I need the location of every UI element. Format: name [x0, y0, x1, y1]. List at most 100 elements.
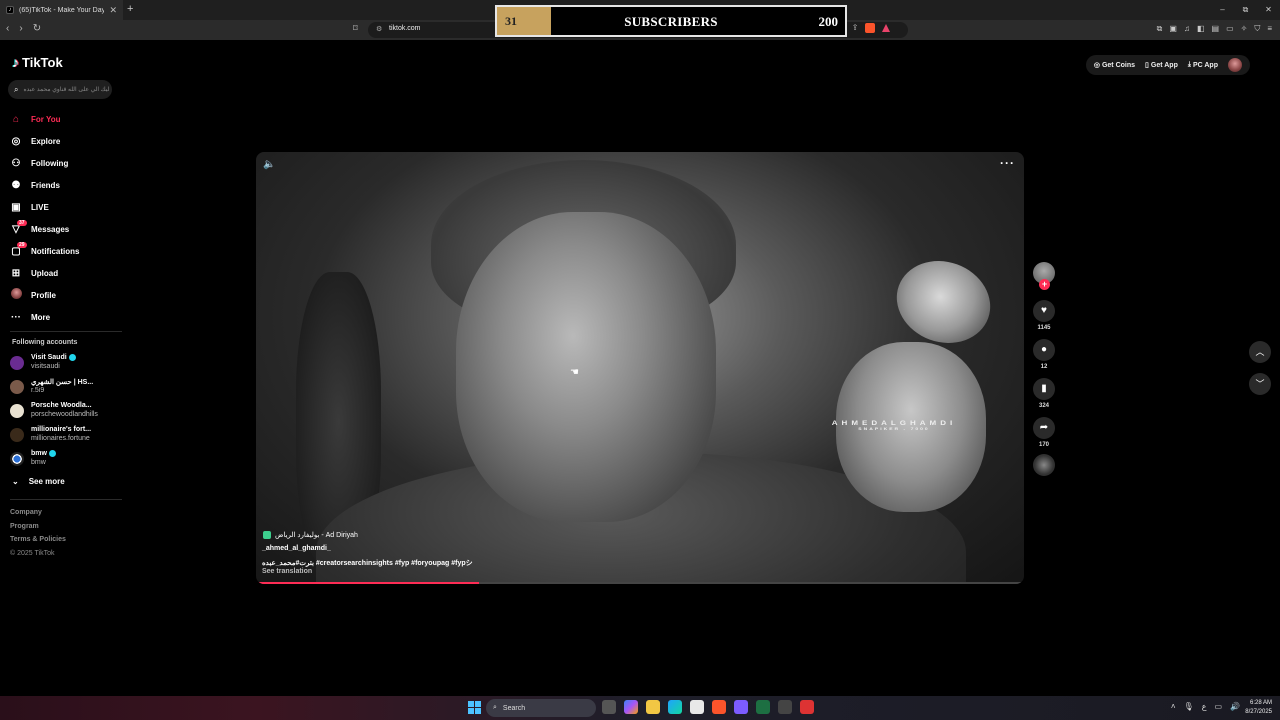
sidebar-item-label: Messages	[31, 224, 70, 234]
sidebar-item-following[interactable]: ⚇ Following	[10, 152, 120, 174]
reload-icon[interactable]: ↻	[33, 23, 41, 34]
header-actions: ◎ Get Coins ▯ Get App ⤓ PC App	[1085, 55, 1250, 75]
sidebar-item-label: Upload	[31, 268, 59, 278]
discord-icon[interactable]	[734, 700, 748, 714]
sidebar-menu: ⌂ For You ◎ Explore ⚇ Following ⚉ Friend…	[10, 108, 120, 328]
chevron-up-icon: ︿	[1255, 347, 1265, 357]
screenshot-icon[interactable]: ▣	[1169, 24, 1177, 34]
system-tray: ˄ 🎙 ع ▭ 🔊	[1171, 702, 1240, 711]
verified-icon	[48, 450, 56, 457]
sidebar-icon[interactable]: ◧	[1197, 24, 1205, 34]
browser-tab[interactable]: ♪ (65)TikTok - Make Your Day ✕	[0, 0, 123, 20]
task-view-icon[interactable]	[602, 700, 616, 714]
copilot-icon[interactable]	[624, 700, 638, 714]
taskbar-search[interactable]: ⌕ Search	[486, 699, 596, 717]
tiktok-logo[interactable]: ♪ TikTok	[12, 54, 63, 70]
brave-rewards-icon[interactable]	[882, 24, 891, 32]
taskbar-clock[interactable]: 6:28 AM 8/27/2025	[1245, 699, 1272, 717]
url-text[interactable]: tiktok.com	[389, 25, 421, 32]
follow-plus-icon[interactable]: +	[1039, 279, 1050, 290]
leo-icon[interactable]: ✧	[1241, 24, 1248, 34]
music-disc-icon[interactable]	[1033, 454, 1055, 476]
menu-icon[interactable]: ≡	[1267, 24, 1272, 34]
comment-icon: ●	[1040, 344, 1048, 355]
obs-icon[interactable]	[800, 700, 814, 714]
wallet-icon[interactable]: ▭	[1226, 24, 1234, 34]
sidebar-item-live[interactable]: ▣ LIVE	[10, 196, 120, 218]
taskbar-apps	[602, 700, 814, 714]
like-button[interactable]: ♥	[1033, 300, 1055, 322]
restore-button[interactable]: ⧉	[1234, 0, 1257, 20]
sidebar-item-upload[interactable]: ⊞ Upload	[10, 262, 120, 284]
pc-app-button[interactable]: ⤓ PC App	[1188, 61, 1218, 69]
footer-link-company[interactable]: Company	[10, 509, 66, 523]
music-icon[interactable]: ♫	[1184, 24, 1190, 34]
minimize-button[interactable]: –	[1211, 0, 1234, 20]
following-account[interactable]: bmw bmw	[10, 448, 125, 470]
language-indicator[interactable]: ع	[1202, 702, 1207, 711]
edge-icon[interactable]	[668, 700, 682, 714]
taskbar-search-label: Search	[502, 704, 526, 712]
microphone-icon[interactable]: 🎙	[1184, 702, 1194, 711]
extension-icon[interactable]: ⧉	[1157, 24, 1163, 34]
file-explorer-icon[interactable]	[646, 700, 660, 714]
footer-link-terms[interactable]: Terms & Policies	[10, 536, 66, 550]
close-window-button[interactable]: ✕	[1257, 0, 1280, 20]
back-icon[interactable]: ‹	[6, 23, 9, 34]
save-button[interactable]: ▮	[1033, 378, 1055, 400]
subscriber-goal: 200	[818, 14, 839, 29]
sidebar-item-explore[interactable]: ◎ Explore	[10, 130, 120, 152]
new-tab-button[interactable]: +	[127, 3, 133, 15]
store-icon[interactable]	[690, 700, 704, 714]
network-icon[interactable]: ▭	[1214, 702, 1222, 711]
following-account[interactable]: millionaire's fort... millionaires.fortu…	[10, 424, 125, 446]
vpn-icon[interactable]: ⛉	[1254, 24, 1260, 34]
profile-avatar[interactable]	[1228, 58, 1242, 72]
video-more-icon[interactable]: ···	[1000, 156, 1015, 170]
sidebar-item-for-you[interactable]: ⌂ For You	[10, 108, 120, 130]
account-name: Visit Saudi	[31, 354, 67, 361]
share-count: 170	[1038, 442, 1049, 448]
get-app-button[interactable]: ▯ Get App	[1145, 61, 1178, 70]
chevron-up-icon[interactable]: ˄	[1171, 702, 1176, 711]
volume-icon[interactable]: 🔈	[263, 159, 275, 170]
search-input[interactable]: ليك الي على الله قناوي محمد عبده	[23, 86, 109, 93]
site-info-icon[interactable]: ⚙	[376, 25, 382, 33]
live-icon: ▣	[11, 201, 21, 213]
chevron-down-icon: ⌄	[12, 477, 19, 486]
previous-video-button[interactable]: ︿	[1249, 341, 1271, 363]
brave-shields-icon[interactable]	[865, 23, 876, 33]
reader-icon[interactable]: ▤	[1212, 24, 1220, 34]
comment-button[interactable]: ●	[1033, 339, 1055, 361]
volume-icon[interactable]: 🔊	[1230, 702, 1240, 711]
get-coins-button[interactable]: ◎ Get Coins	[1094, 61, 1136, 70]
sidebar-item-notifications[interactable]: ▢ 29 Notifications	[10, 240, 120, 262]
sidebar-item-messages[interactable]: ▽ 37 Messages	[10, 218, 120, 240]
next-video-button[interactable]: ﹀	[1249, 373, 1271, 395]
video-username[interactable]: _ahmed_al_ghamdi_	[262, 545, 331, 552]
following-account[interactable]: حسن الشهري | HS... r.5i9	[10, 376, 125, 398]
video-player[interactable]: AHMEDALGHAMDI SNAPIKER - 7000 🔈 ··· ☚ بو…	[256, 152, 1024, 584]
sidebar-item-friends[interactable]: ⚉ Friends	[10, 174, 120, 196]
friends-icon: ⚉	[11, 179, 21, 191]
app-icon[interactable]	[778, 700, 792, 714]
sidebar-item-profile[interactable]: Profile	[10, 284, 120, 306]
share-icon[interactable]: ⇪	[852, 23, 859, 33]
video-progress-bar[interactable]	[256, 582, 1024, 584]
tab-close-icon[interactable]: ✕	[109, 5, 117, 16]
sidebar-item-more[interactable]: ··· More	[10, 306, 120, 328]
excel-icon[interactable]	[756, 700, 770, 714]
search-bar[interactable]: ⌕ ليك الي على الله قناوي محمد عبده	[8, 80, 112, 99]
video-location[interactable]: بوليفارد الرياض - Ad Diriyah	[263, 531, 358, 539]
footer-link-program[interactable]: Program	[10, 523, 66, 537]
forward-icon[interactable]: ›	[19, 23, 22, 34]
following-account[interactable]: Porsche Woodla... porschewoodlandhills	[10, 400, 125, 422]
share-button[interactable]: ➦	[1033, 417, 1055, 439]
brave-browser-icon[interactable]	[712, 700, 726, 714]
get-coins-label: Get Coins	[1101, 61, 1136, 69]
see-more-button[interactable]: ⌄ See more	[12, 477, 65, 486]
following-account[interactable]: Visit Saudi visitsaudi	[10, 352, 125, 374]
see-translation-link[interactable]: See translation	[262, 568, 312, 575]
bookmark-icon[interactable]: ⌑	[353, 23, 358, 34]
windows-start-icon[interactable]	[468, 701, 481, 714]
